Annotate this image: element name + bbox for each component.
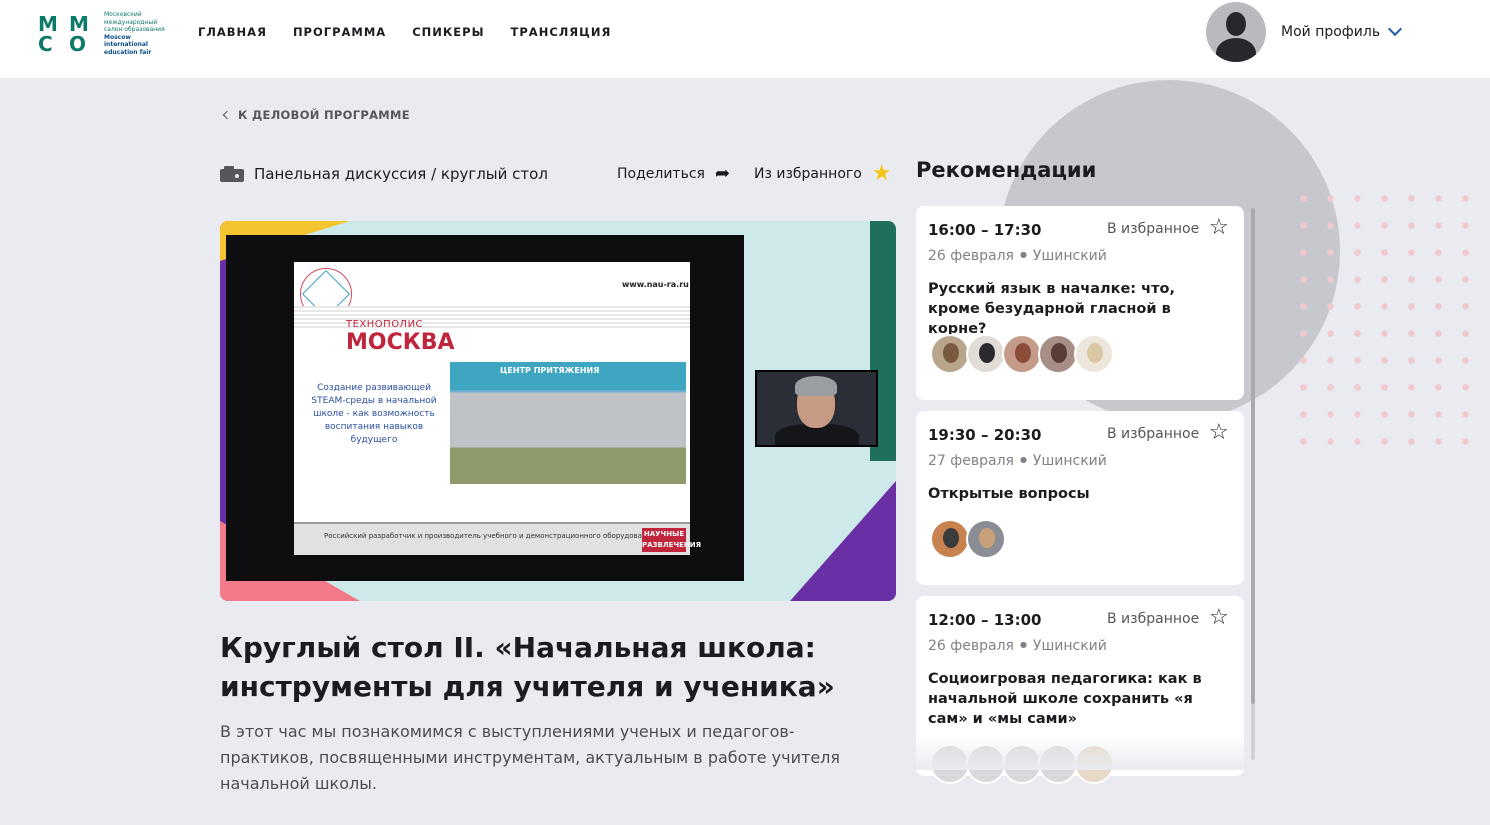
card-time: 12:00 – 13:00	[928, 611, 1042, 629]
scrollbar-thumb[interactable]	[1251, 208, 1255, 704]
slide-title: МОСКВА	[346, 330, 455, 355]
card-name: Русский язык в началке: что, кроме безуд…	[928, 281, 1175, 337]
card-name: Социоигровая педагогика: как в начальной…	[928, 671, 1202, 727]
speaker-avatars	[930, 334, 1114, 374]
speaker-camera	[755, 370, 878, 447]
chevron-left-icon	[222, 110, 232, 120]
nav-broadcast[interactable]: ТРАНСЛЯЦИЯ	[511, 25, 612, 39]
star-outline-icon[interactable]: ☆	[1209, 217, 1229, 239]
event-title: Круглый стол II. «Начальная школа: инстр…	[220, 631, 835, 703]
card-meta: 26 февраля ● Ушинский	[928, 248, 1107, 264]
footer-logo: НАУЧНЫЕ РАЗВЛЕЧЕНИЯ	[642, 528, 701, 552]
nav-program[interactable]: ПРОГРАММА	[293, 25, 386, 39]
star-filled-icon: ★	[871, 161, 892, 186]
recommendations-title: Рекомендации	[916, 158, 1097, 182]
remove-favorite-button[interactable]: Из избранного ★	[754, 161, 892, 186]
card-meta: 26 февраля ● Ушинский	[928, 638, 1107, 654]
event-type: Панельная дискуссия / круглый стол	[220, 165, 548, 183]
star-outline-icon[interactable]: ☆	[1209, 422, 1229, 444]
scrollbar[interactable]	[1251, 208, 1255, 760]
projector-icon	[220, 165, 244, 183]
frame-decor	[790, 481, 896, 601]
speaker-avatar[interactable]	[966, 519, 1006, 559]
profile-label: Мой профиль	[1281, 24, 1381, 40]
share-arrow-icon: ➦	[714, 163, 731, 184]
mmso-logo[interactable]: М М С О Московский международный салон о…	[38, 11, 174, 56]
speaker-avatar[interactable]	[1038, 334, 1078, 374]
speaker-avatar[interactable]	[1002, 334, 1042, 374]
nav-speakers[interactable]: СПИКЕРЫ	[412, 25, 484, 39]
card-time: 16:00 – 17:30	[928, 221, 1042, 239]
add-favorite-label[interactable]: В избранное	[1107, 426, 1199, 442]
back-to-program-link[interactable]: К ДЕЛОВОЙ ПРОГРАММЕ	[222, 108, 410, 122]
presentation-slide: www.nau-ra.ru ТЕХНОПОЛИС МОСКВА Создание…	[294, 262, 701, 555]
slide-photo: ЦЕНТР ПРИТЯЖЕНИЯ	[450, 362, 686, 484]
chevron-down-icon[interactable]	[1388, 21, 1403, 37]
add-favorite-label[interactable]: В избранное	[1107, 611, 1199, 627]
main-nav: ГЛАВНАЯ ПРОГРАММА СПИКЕРЫ ТРАНСЛЯЦИЯ	[198, 25, 611, 39]
event-type-label: Панельная дискуссия / круглый стол	[254, 165, 548, 183]
speaker-avatar[interactable]	[930, 334, 970, 374]
slide-url: www.nau-ra.ru	[622, 280, 689, 289]
logo-mark: М М С О	[38, 11, 89, 56]
event-description: В этот час мы познакомимся с выступления…	[220, 722, 841, 793]
speaker-avatar[interactable]	[1074, 334, 1114, 374]
recommendation-card[interactable]: 19:30 – 20:30 В избранное ☆ 27 февраля ● У…	[916, 411, 1244, 585]
profile-menu[interactable]: Мой профиль	[1206, 2, 1403, 62]
speaker-avatar[interactable]	[930, 519, 970, 559]
slide-description: Создание развивающей STEAM-среды в начал…	[311, 383, 437, 445]
list-fade	[916, 735, 1246, 770]
shared-screen: www.nau-ra.ru ТЕХНОПОЛИС МОСКВА Создание…	[226, 235, 744, 581]
share-button[interactable]: Поделиться ➦	[617, 163, 731, 184]
card-time: 19:30 – 20:30	[928, 426, 1042, 444]
star-outline-icon[interactable]: ☆	[1209, 607, 1229, 629]
decorative-dots	[1290, 185, 1470, 465]
add-favorite-label[interactable]: В избранное	[1107, 221, 1199, 237]
card-meta: 27 февраля ● Ушинский	[928, 453, 1107, 469]
avatar[interactable]	[1206, 2, 1266, 62]
logo-text: Московский международный салон образован…	[104, 11, 165, 56]
slide-footer: Российский разработчик и производитель у…	[294, 522, 701, 555]
nav-home[interactable]: ГЛАВНАЯ	[198, 25, 267, 39]
slide-subtitle: ТЕХНОПОЛИС	[346, 319, 424, 330]
card-name: Открытые вопросы	[928, 486, 1090, 502]
top-header: М М С О Московский международный салон о…	[0, 0, 1490, 78]
recommendation-card[interactable]: 16:00 – 17:30 В избранное ☆ 26 февраля ● У…	[916, 206, 1244, 400]
speaker-avatars	[930, 519, 1006, 559]
speaker-avatar[interactable]	[966, 334, 1006, 374]
video-player[interactable]: www.nau-ra.ru ТЕХНОПОЛИС МОСКВА Создание…	[220, 221, 896, 601]
